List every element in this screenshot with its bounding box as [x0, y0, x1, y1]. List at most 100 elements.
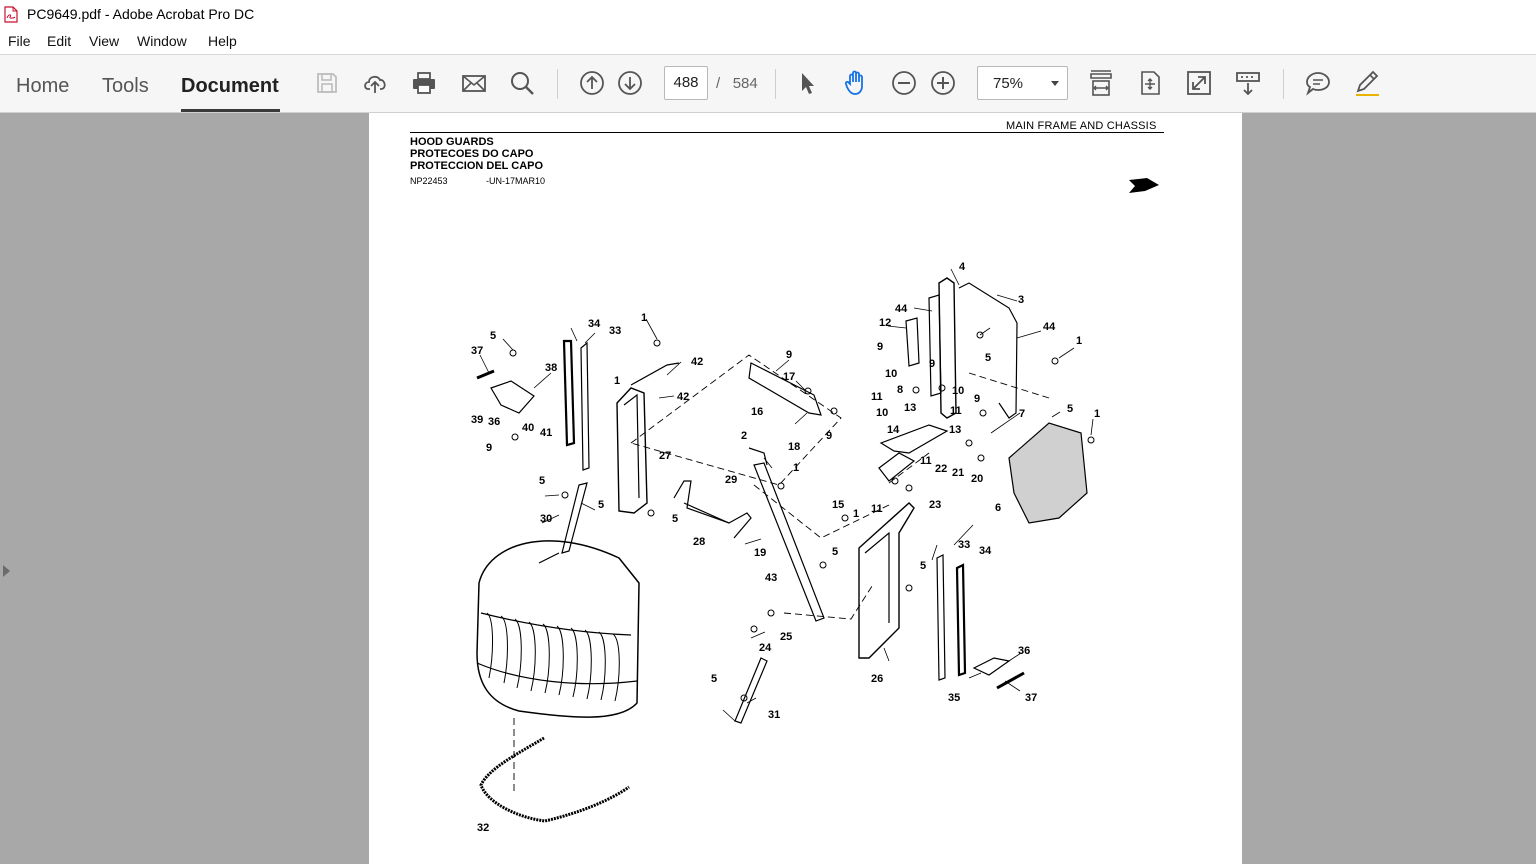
callout-16: 16 — [751, 406, 763, 418]
callout-38: 38 — [545, 362, 557, 374]
callout-23: 23 — [929, 499, 941, 511]
menu-edit[interactable]: Edit — [47, 33, 71, 49]
tab-tools[interactable]: Tools — [102, 75, 149, 98]
callout-22: 22 — [935, 463, 947, 475]
callout-28: 28 — [693, 536, 705, 548]
callout-34: 34 — [979, 545, 992, 557]
tab-document[interactable]: Document — [181, 75, 279, 98]
callout-41: 41 — [540, 427, 552, 439]
read-mode-icon[interactable] — [1232, 67, 1264, 99]
callout-37: 37 — [471, 345, 483, 357]
callout-6: 6 — [995, 502, 1001, 514]
cloud-upload-icon[interactable] — [360, 67, 392, 99]
callout-31: 31 — [768, 709, 780, 721]
callout-15: 15 — [832, 499, 844, 511]
left-panel-expand-icon[interactable] — [3, 565, 10, 577]
callout-19: 19 — [754, 547, 766, 559]
callout-5: 5 — [490, 330, 496, 342]
callout-1: 1 — [1076, 335, 1082, 347]
menu-view[interactable]: View — [89, 33, 119, 49]
page-number-input[interactable]: 488 — [664, 66, 708, 100]
callout-40: 40 — [522, 422, 534, 434]
callout-5: 5 — [672, 513, 678, 525]
callout-5: 5 — [985, 352, 991, 364]
callout-36: 36 — [1018, 645, 1030, 657]
menu-window[interactable]: Window — [137, 33, 187, 49]
select-arrow-icon[interactable] — [791, 67, 823, 99]
callout-35: 35 — [948, 692, 960, 704]
callout-26: 26 — [871, 673, 883, 685]
zoom-in-icon[interactable] — [927, 67, 959, 99]
fit-width-icon[interactable] — [1134, 67, 1166, 99]
hand-tool-icon[interactable] — [840, 67, 872, 99]
callout-5: 5 — [920, 560, 926, 572]
callout-1: 1 — [614, 375, 620, 387]
page-up-icon[interactable] — [576, 67, 608, 99]
comment-icon[interactable] — [1302, 67, 1334, 99]
callout-11: 11 — [871, 503, 883, 515]
callout-33: 33 — [958, 539, 970, 551]
callout-42: 42 — [677, 391, 689, 403]
zoom-select[interactable]: 75% — [977, 66, 1068, 100]
title-bar: PC9649.pdf - Adobe Acrobat Pro DC — [0, 0, 1536, 29]
toolbar-separator — [557, 69, 558, 99]
print-icon[interactable] — [408, 67, 440, 99]
email-icon[interactable] — [458, 67, 490, 99]
menu-file[interactable]: File — [8, 33, 31, 49]
tab-home[interactable]: Home — [16, 75, 69, 98]
page-total: / 584 — [716, 75, 758, 92]
menu-bar: File Edit View Window Help — [0, 29, 1536, 55]
callout-5: 5 — [539, 475, 545, 487]
callout-1: 1 — [641, 312, 647, 324]
callout-30: 30 — [540, 513, 552, 525]
callout-36: 36 — [488, 416, 500, 428]
callout-37: 37 — [1025, 692, 1037, 704]
callout-13: 13 — [904, 402, 916, 414]
pdf-file-icon — [4, 6, 18, 23]
callout-9: 9 — [929, 358, 935, 370]
zoom-out-icon[interactable] — [888, 67, 920, 99]
callout-32: 32 — [477, 822, 489, 834]
callout-10: 10 — [885, 368, 897, 380]
toolbar-separator — [1283, 69, 1284, 99]
callout-8: 8 — [897, 384, 903, 396]
callout-10: 10 — [876, 407, 888, 419]
document-workspace[interactable]: MAIN FRAME AND CHASSIS HOOD GUARDS PROTE… — [0, 113, 1536, 864]
callout-4: 4 — [959, 261, 966, 273]
callout-2: 2 — [741, 430, 747, 442]
page-down-icon[interactable] — [614, 67, 646, 99]
callout-14: 14 — [887, 424, 900, 436]
active-tab-indicator — [181, 109, 280, 112]
callout-9: 9 — [974, 393, 980, 405]
menu-help[interactable]: Help — [208, 33, 237, 49]
callout-18: 18 — [788, 441, 800, 453]
full-screen-icon[interactable] — [1183, 67, 1215, 99]
callout-3: 3 — [1018, 294, 1024, 306]
callout-27: 27 — [659, 450, 671, 462]
sign-pen-icon[interactable] — [1351, 67, 1383, 99]
callout-34: 34 — [588, 318, 601, 330]
window-title: PC9649.pdf - Adobe Acrobat Pro DC — [27, 6, 255, 22]
callout-5: 5 — [832, 546, 838, 558]
fit-page-icon[interactable] — [1085, 67, 1117, 99]
parts-diagram: 34 33 1 5 37 38 1 39 36 40 41 9 42 42 27… — [471, 178, 1159, 834]
save-icon[interactable] — [311, 67, 343, 99]
callout-7: 7 — [1019, 408, 1025, 420]
callout-17: 17 — [783, 371, 795, 383]
search-icon[interactable] — [506, 67, 538, 99]
main-toolbar: Home Tools Document 488 / 584 75% — [0, 55, 1536, 113]
pdf-page: MAIN FRAME AND CHASSIS HOOD GUARDS PROTE… — [369, 113, 1242, 864]
zoom-value: 75% — [993, 75, 1024, 92]
callout-1: 1 — [853, 508, 859, 520]
callout-29: 29 — [725, 474, 737, 486]
callout-13: 13 — [949, 424, 961, 436]
callout-11: 11 — [950, 405, 962, 417]
callout-11: 11 — [920, 455, 932, 467]
callout-21: 21 — [952, 467, 964, 479]
callout-5: 5 — [598, 499, 604, 511]
toolbar-separator — [775, 69, 776, 99]
callout-33: 33 — [609, 325, 621, 337]
callout-24: 24 — [759, 642, 772, 654]
callout-44: 44 — [895, 303, 908, 315]
callout-9: 9 — [786, 349, 792, 361]
